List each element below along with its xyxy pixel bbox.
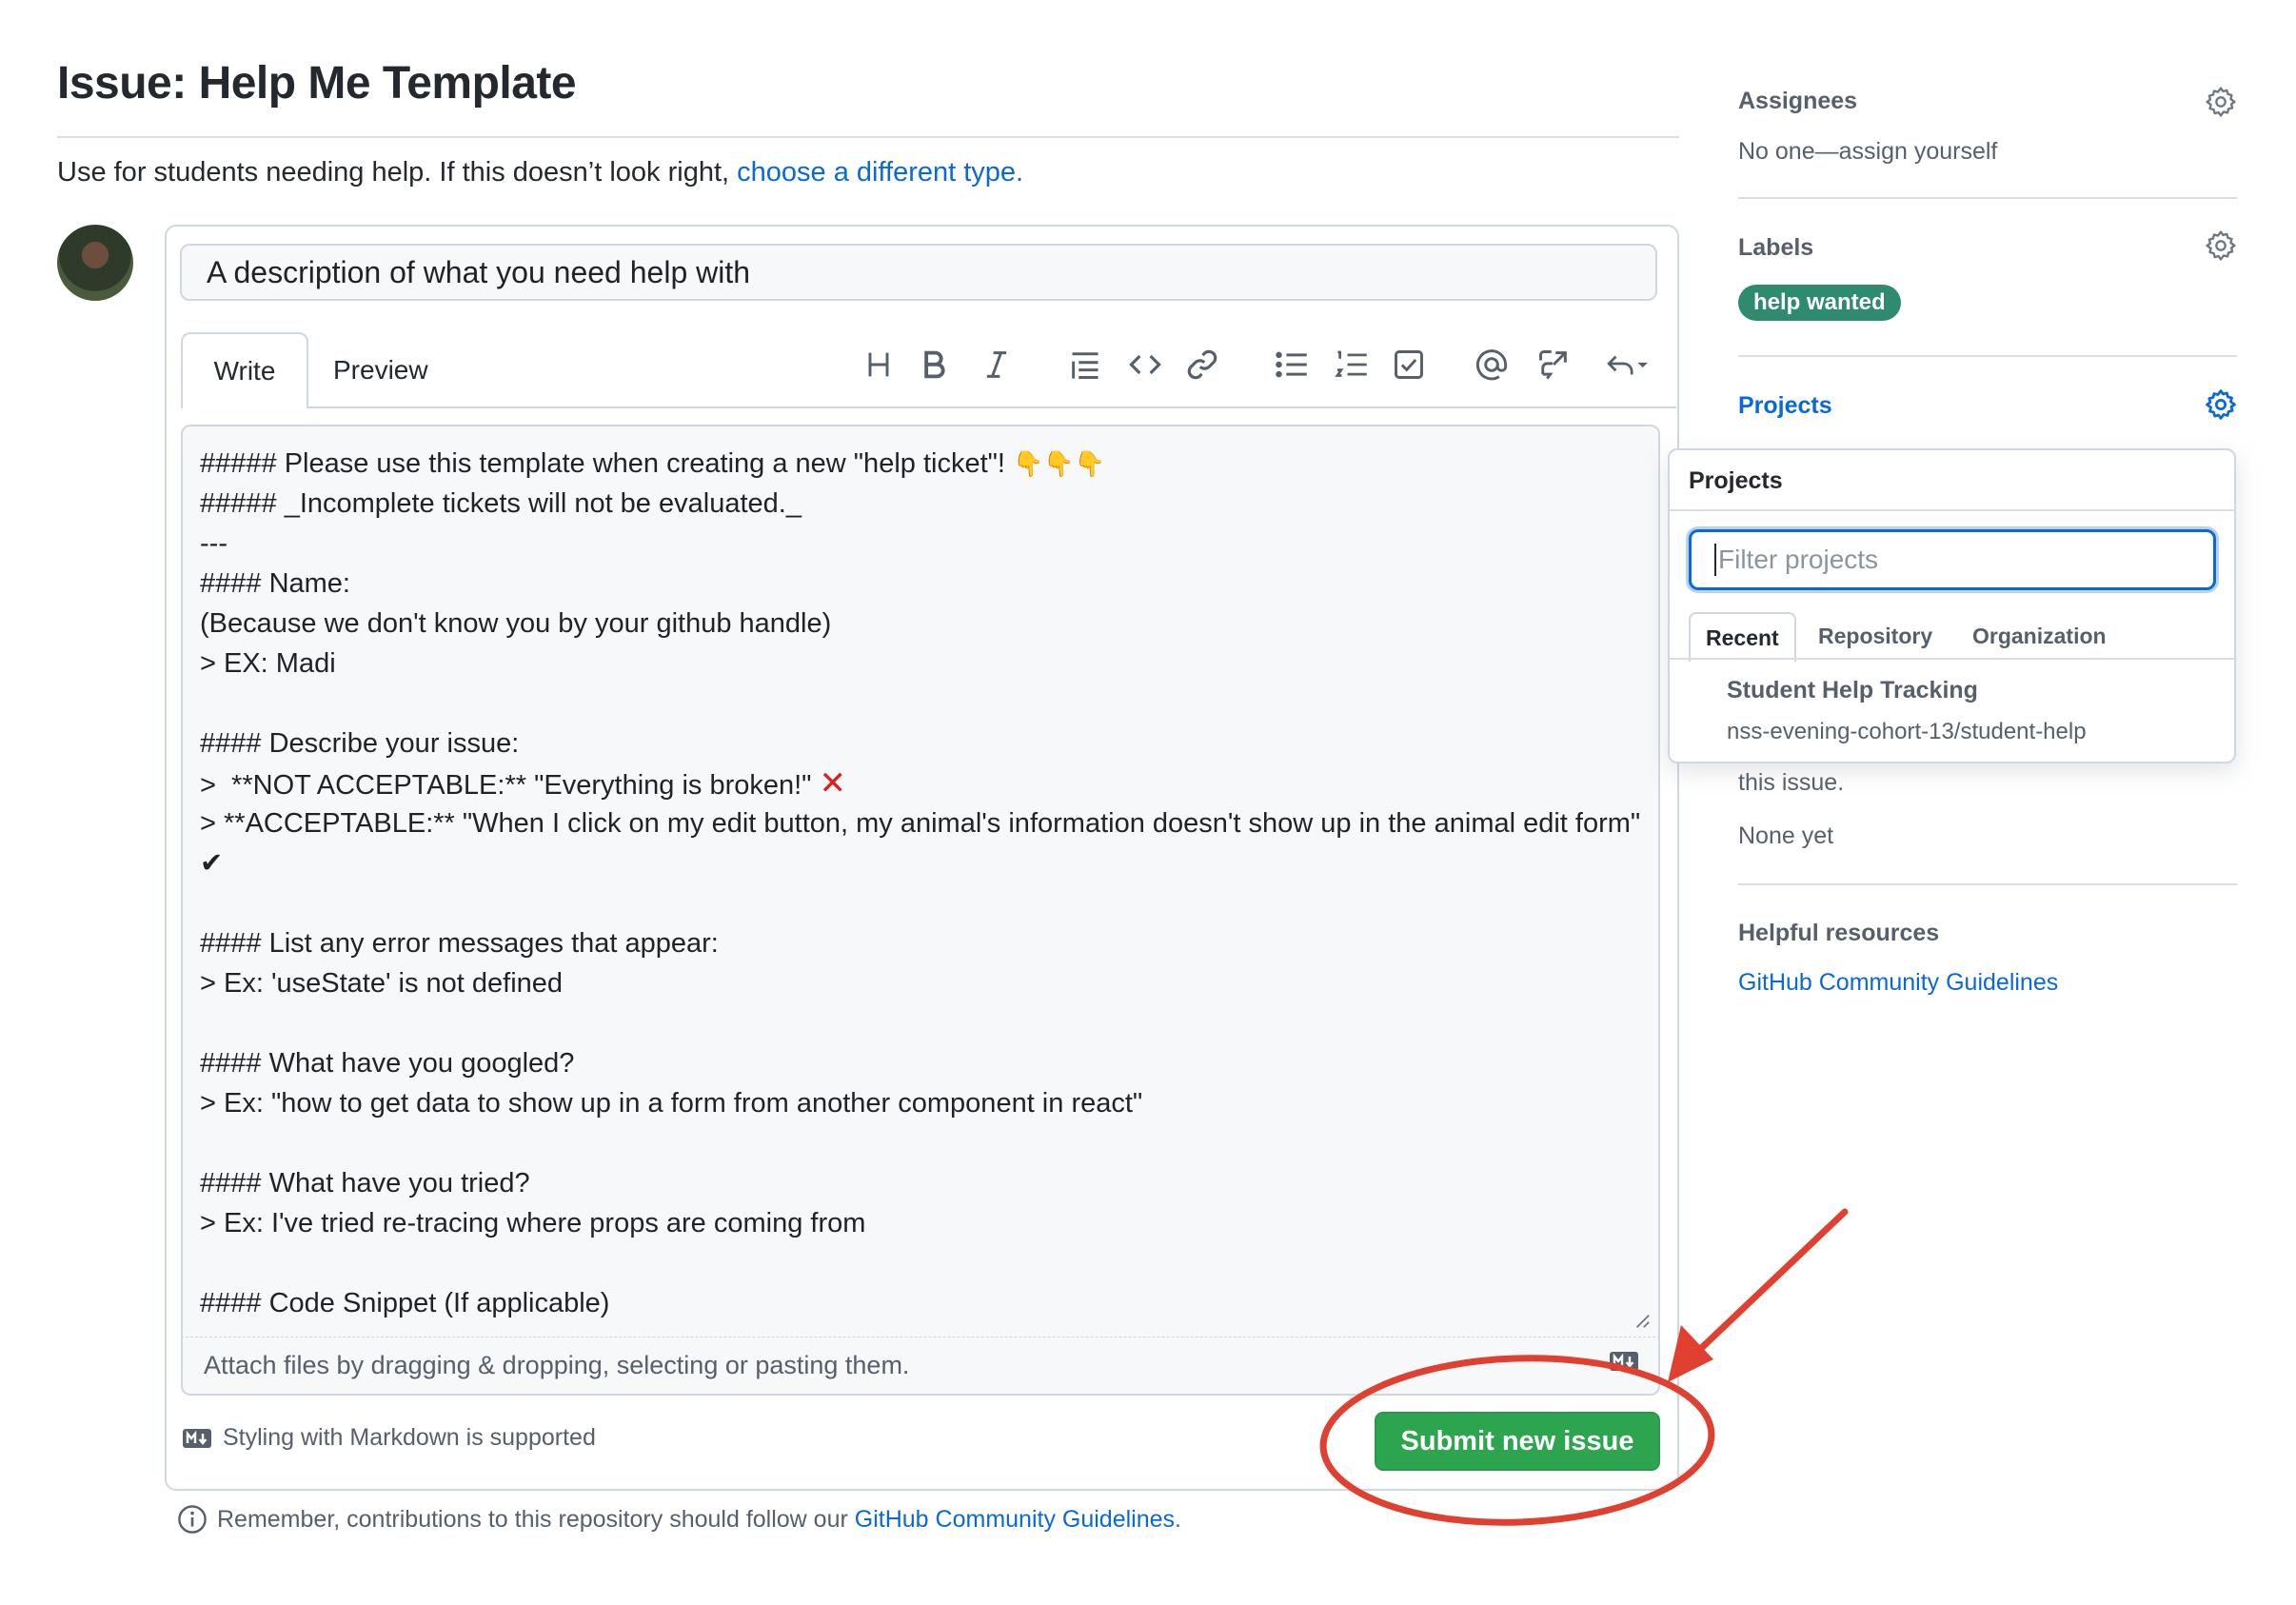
cross-mark-icon: ✕	[819, 765, 847, 802]
labels-heading[interactable]: Labels	[1738, 234, 1813, 262]
choose-different-type-link[interactable]: choose a different type.	[737, 157, 1023, 188]
mention-icon[interactable]	[1470, 343, 1514, 386]
body-line: > Ex: "how to get data to show up in a f…	[200, 1088, 1143, 1119]
cross-reference-icon[interactable]	[1532, 343, 1575, 386]
info-icon	[178, 1505, 207, 1534]
body-line: #### What have you tried?	[200, 1168, 530, 1199]
attach-files-text: Attach files by dragging & dropping, sel…	[204, 1351, 910, 1379]
heading-icon[interactable]	[857, 343, 901, 386]
markdown-icon	[1610, 1352, 1638, 1371]
markdown-support-note: Styling with Markdown is supported	[181, 1424, 596, 1452]
body-line: ##### Please use this template when crea…	[200, 448, 1014, 479]
markdown-icon	[183, 1428, 211, 1448]
arrow-shaft	[1689, 1208, 1849, 1360]
assignees-heading[interactable]: Assignees	[1738, 88, 1857, 115]
filter-projects-input[interactable]: Filter projects	[1689, 529, 2216, 590]
body-line: #### List any error messages that appear…	[200, 928, 719, 959]
projects-partial-text: this issue.	[1738, 769, 1845, 796]
body-line: #### Name:	[200, 568, 350, 599]
page-title: Issue: Help Me Template	[57, 58, 577, 109]
tabs-divider	[308, 406, 1676, 408]
italic-icon[interactable]	[975, 343, 1019, 386]
dropdown-divider	[1670, 509, 2234, 511]
intro-text: Use for students needing help. If this d…	[57, 157, 730, 188]
body-line: > Ex: I've tried re-tracing where props …	[200, 1208, 866, 1238]
body-line: #### Describe your issue:	[200, 728, 520, 759]
sidebar-divider	[1738, 197, 2237, 199]
issue-title-input[interactable]: A description of what you need help with	[180, 244, 1657, 301]
text-caret	[1714, 544, 1716, 576]
projects-heading[interactable]: Projects	[1738, 392, 1832, 420]
community-guidelines-link[interactable]: GitHub Community Guidelines	[855, 1506, 1175, 1533]
reminder-period: .	[1175, 1505, 1181, 1533]
issue-body-textarea[interactable]: ##### Please use this template when crea…	[181, 425, 1660, 1337]
tab-preview[interactable]: Preview	[333, 332, 428, 408]
projects-none-yet: None yet	[1738, 822, 1834, 849]
body-line: > EX: Madi	[200, 648, 336, 679]
quote-icon[interactable]	[1063, 343, 1107, 386]
attach-files-bar[interactable]: Attach files by dragging & dropping, sel…	[181, 1337, 1660, 1396]
body-line: > **NOT ACCEPTABLE:** "Everything is bro…	[200, 770, 820, 801]
bold-icon[interactable]	[912, 343, 956, 386]
numbered-list-icon[interactable]	[1330, 343, 1374, 386]
body-line: > Ex: 'useState' is not defined	[200, 968, 564, 999]
body-line: > **ACCEPTABLE:** "When I click on my ed…	[200, 808, 1641, 839]
body-line: #### What have you googled?	[200, 1048, 575, 1079]
submit-new-issue-button[interactable]: Submit new issue	[1375, 1412, 1660, 1471]
assignees-gear-icon[interactable]	[2205, 86, 2237, 118]
projects-gear-icon[interactable]	[2205, 388, 2237, 421]
pointing-down-emoji: 👇👇👇	[1013, 449, 1106, 478]
body-line: ##### _Incomplete tickets will not be ev…	[200, 488, 802, 519]
template-intro: Use for students needing help. If this d…	[57, 157, 1023, 188]
reply-icon[interactable]	[1599, 343, 1656, 386]
contribution-reminder: Remember, contributions to this reposito…	[177, 1504, 1181, 1535]
sidebar-community-guidelines-link[interactable]: GitHub Community Guidelines	[1738, 969, 2058, 997]
link-icon[interactable]	[1180, 343, 1224, 386]
body-line: #### Code Snippet (If applicable)	[200, 1288, 610, 1318]
projects-dropdown: Projects Filter projects Recent Reposito…	[1668, 448, 2236, 763]
tab-organization[interactable]: Organization	[1972, 612, 2107, 660]
markdown-support-text: Styling with Markdown is supported	[223, 1424, 596, 1451]
filter-placeholder: Filter projects	[1718, 545, 1879, 574]
sidebar-divider	[1738, 883, 2237, 885]
dropdown-tabs-divider	[1670, 658, 2234, 660]
title-divider	[57, 136, 1679, 138]
body-line: ---	[200, 528, 228, 559]
tab-repository[interactable]: Repository	[1818, 612, 1932, 660]
code-icon[interactable]	[1123, 343, 1167, 386]
bulleted-list-icon[interactable]	[1270, 343, 1314, 386]
reminder-text: Remember, contributions to this reposito…	[217, 1505, 848, 1533]
assign-yourself-link[interactable]: No one—assign yourself	[1738, 138, 1997, 166]
tab-recent[interactable]: Recent	[1689, 612, 1796, 662]
tab-write[interactable]: Write	[181, 332, 308, 408]
body-line: (Because we don't know you by your githu…	[200, 608, 832, 639]
project-item-path: nss-evening-cohort-13/student-help	[1727, 719, 2087, 744]
labels-gear-icon[interactable]	[2205, 229, 2237, 262]
project-item-name[interactable]: Student Help Tracking	[1727, 677, 1978, 704]
task-list-icon[interactable]	[1387, 343, 1431, 386]
projects-dropdown-title: Projects	[1689, 467, 1783, 494]
check-mark-icon: ✔	[200, 848, 224, 879]
label-help-wanted[interactable]: help wanted	[1738, 285, 1901, 321]
avatar	[57, 225, 133, 301]
helpful-resources-heading: Helpful resources	[1738, 920, 1940, 946]
resize-handle[interactable]	[1633, 1312, 1651, 1329]
sidebar-divider	[1738, 355, 2237, 357]
